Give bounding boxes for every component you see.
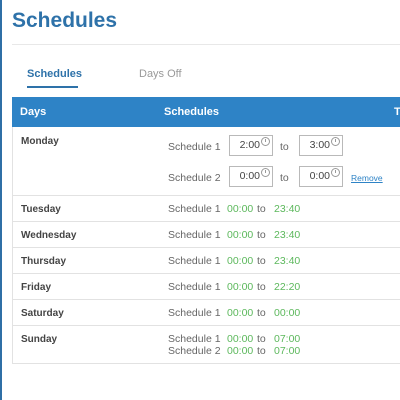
start-time: 00:00	[227, 333, 254, 345]
page-title: Schedules	[12, 9, 118, 32]
start-time-input[interactable]: 2:00	[229, 135, 273, 156]
end-time: 23:40	[274, 203, 301, 215]
to-label: to	[257, 203, 266, 215]
header-schedules: Schedules	[164, 106, 220, 118]
day-label: Wednesday	[21, 230, 77, 241]
day-label: Tuesday	[21, 204, 61, 215]
schedule-label: Schedule 1	[168, 141, 221, 153]
schedule-label: Schedule 2	[168, 345, 221, 357]
tab-schedules[interactable]: Schedules	[27, 68, 82, 80]
schedule-label: Schedule 1	[168, 307, 221, 319]
schedule-label: Schedule 1	[168, 281, 221, 293]
end-time: 07:00	[274, 345, 301, 357]
start-time: 00:00	[227, 307, 254, 319]
to-label: to	[280, 172, 289, 184]
end-time: 23:40	[274, 229, 301, 241]
to-label: to	[257, 229, 266, 241]
start-time: 00:00	[227, 255, 254, 267]
schedule-label: Schedule 1	[168, 333, 221, 345]
schedule-label: Schedule 1	[168, 255, 221, 267]
start-time-value: 2:00	[239, 139, 260, 151]
end-time-input[interactable]: 0:00	[299, 166, 343, 187]
to-label: to	[257, 281, 266, 293]
remove-schedule-link[interactable]: Remove	[351, 173, 383, 183]
header-truncated: T	[394, 106, 400, 118]
header-days: Days	[20, 106, 47, 118]
table-row-monday: Monday Schedule 1 2:00 to 3:00 Schedule …	[12, 127, 400, 196]
day-label: Monday	[21, 136, 59, 147]
day-label: Saturday	[21, 308, 64, 319]
start-time: 00:00	[227, 229, 254, 241]
schedule-label: Schedule 1	[168, 229, 221, 241]
table-header: Days Schedules T	[12, 97, 400, 127]
active-tab-indicator	[27, 86, 78, 88]
table-row-wednesday: Wednesday Schedule 1 00:00 to 23:40	[12, 222, 400, 248]
start-time: 00:00	[227, 203, 254, 215]
end-time: 23:40	[274, 255, 301, 267]
title-divider	[12, 44, 400, 45]
end-time-value: 0:00	[309, 170, 330, 182]
end-time-input[interactable]: 3:00	[299, 135, 343, 156]
to-label: to	[280, 141, 289, 153]
clock-icon	[261, 137, 270, 146]
start-time-value: 0:00	[239, 170, 260, 182]
end-time-value: 3:00	[309, 139, 330, 151]
clock-icon	[331, 137, 340, 146]
day-label: Friday	[21, 282, 52, 293]
schedule-label: Schedule 2	[168, 172, 221, 184]
to-label: to	[257, 333, 266, 345]
to-label: to	[257, 255, 266, 267]
end-time: 07:00	[274, 333, 301, 345]
day-label: Sunday	[21, 334, 58, 345]
to-label: to	[257, 345, 266, 357]
tab-days-off[interactable]: Days Off	[139, 68, 182, 80]
to-label: to	[257, 307, 266, 319]
day-label: Thursday	[21, 256, 67, 267]
table-row-friday: Friday Schedule 1 00:00 to 22:20	[12, 274, 400, 300]
table-row-sunday: Sunday Schedule 1 00:00 to 07:00 Schedul…	[12, 326, 400, 364]
schedules-table: Days Schedules T Monday Schedule 1 2:00 …	[12, 97, 400, 364]
start-time: 00:00	[227, 345, 254, 357]
schedule-label: Schedule 1	[168, 203, 221, 215]
table-row-tuesday: Tuesday Schedule 1 00:00 to 23:40	[12, 196, 400, 222]
start-time: 00:00	[227, 281, 254, 293]
end-time: 22:20	[274, 281, 301, 293]
table-row-thursday: Thursday Schedule 1 00:00 to 23:40	[12, 248, 400, 274]
clock-icon	[331, 168, 340, 177]
clock-icon	[261, 168, 270, 177]
left-border	[0, 0, 2, 400]
end-time: 00:00	[274, 307, 301, 319]
start-time-input[interactable]: 0:00	[229, 166, 273, 187]
table-row-saturday: Saturday Schedule 1 00:00 to 00:00	[12, 300, 400, 326]
